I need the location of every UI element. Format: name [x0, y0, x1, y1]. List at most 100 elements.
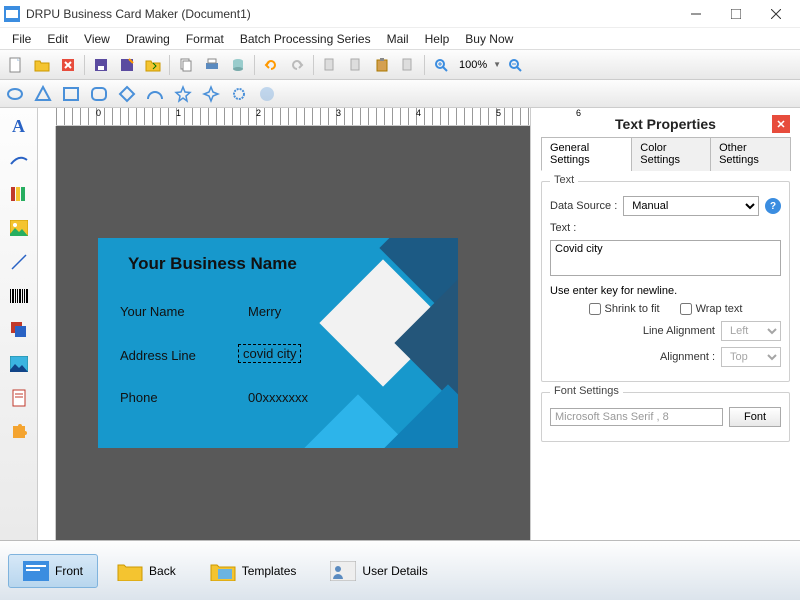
align-select: Top — [721, 347, 781, 367]
maximize-button[interactable] — [716, 2, 756, 26]
tab-front[interactable]: Front — [8, 554, 98, 588]
user-icon — [330, 561, 356, 581]
menu-view[interactable]: View — [78, 30, 116, 48]
linealign-select: Left — [721, 321, 781, 341]
burst-icon[interactable] — [228, 83, 250, 105]
triangle-icon[interactable] — [32, 83, 54, 105]
ellipse-icon[interactable] — [4, 83, 26, 105]
card-name-value[interactable]: Merry — [248, 304, 281, 319]
panel-close-icon[interactable]: ✕ — [772, 115, 790, 133]
menu-bar: File Edit View Drawing Format Batch Proc… — [0, 28, 800, 50]
saveas-icon[interactable] — [115, 53, 139, 77]
text-group: Text Data Source : Manual ? Text : Covid… — [541, 181, 790, 382]
card-phone-value[interactable]: 00xxxxxxx — [248, 390, 308, 405]
newline-hint: Use enter key for newline. — [550, 285, 677, 297]
menu-buynow[interactable]: Buy Now — [459, 30, 519, 48]
help-icon[interactable]: ? — [765, 198, 781, 214]
redo-icon[interactable] — [285, 53, 309, 77]
left-toolbar: A — [0, 108, 38, 540]
datasource-label: Data Source : — [550, 200, 617, 212]
menu-help[interactable]: Help — [419, 30, 456, 48]
new-icon[interactable] — [4, 53, 28, 77]
library-icon[interactable] — [6, 182, 32, 206]
menu-file[interactable]: File — [6, 30, 37, 48]
undo-icon[interactable] — [259, 53, 283, 77]
align-label: Alignment : — [660, 351, 715, 363]
front-icon — [23, 561, 49, 581]
app-icon — [4, 6, 20, 22]
ruler-vertical — [38, 126, 56, 540]
close-button[interactable] — [756, 2, 796, 26]
text-label: Text : — [550, 222, 576, 234]
tab-back[interactable]: Back — [102, 554, 191, 588]
layers-icon[interactable] — [6, 318, 32, 342]
zoom-dropdown-icon[interactable]: ▼ — [493, 60, 501, 69]
print-icon[interactable] — [200, 53, 224, 77]
window-title: DRPU Business Card Maker (Document1) — [26, 7, 676, 21]
panel-tabs: General Settings Color Settings Other Se… — [541, 136, 790, 171]
card-phone-label[interactable]: Phone — [120, 390, 158, 405]
tab-templates[interactable]: Templates — [195, 554, 312, 588]
canvas-wrap: 0123456 Your Business Name Your Name Mer… — [38, 108, 530, 540]
diamond-icon[interactable] — [116, 83, 138, 105]
arc-icon[interactable] — [144, 83, 166, 105]
zoom-value[interactable]: 100% — [455, 59, 491, 71]
card-name-label[interactable]: Your Name — [120, 304, 185, 319]
cut2-icon[interactable] — [344, 53, 368, 77]
save-icon[interactable] — [89, 53, 113, 77]
card-title[interactable]: Your Business Name — [128, 254, 297, 274]
menu-edit[interactable]: Edit — [41, 30, 74, 48]
tab-color[interactable]: Color Settings — [631, 137, 711, 171]
card-address-value-selected[interactable]: covid city — [238, 344, 301, 363]
menu-drawing[interactable]: Drawing — [120, 30, 176, 48]
roundrect-icon[interactable] — [88, 83, 110, 105]
export-icon[interactable] — [141, 53, 165, 77]
star4-icon[interactable] — [200, 83, 222, 105]
close-file-icon[interactable] — [56, 53, 80, 77]
zoomout-icon[interactable] — [503, 53, 527, 77]
zoomin-icon[interactable] — [429, 53, 453, 77]
tab-other[interactable]: Other Settings — [710, 137, 791, 171]
main-toolbar: 100% ▼ — [0, 50, 800, 80]
card-address-label[interactable]: Address Line — [120, 348, 196, 363]
shrink-checkbox[interactable]: Shrink to fit — [589, 303, 660, 315]
pen-tool-icon[interactable] — [6, 148, 32, 172]
rectangle-icon[interactable] — [60, 83, 82, 105]
back-icon — [117, 561, 143, 581]
ruler-horizontal: 0123456 — [56, 108, 530, 126]
wrap-checkbox[interactable]: Wrap text — [680, 303, 743, 315]
font-display — [550, 408, 723, 426]
barcode-icon[interactable] — [6, 284, 32, 308]
menu-mail[interactable]: Mail — [381, 30, 415, 48]
star-icon[interactable] — [172, 83, 194, 105]
paste-icon[interactable] — [370, 53, 394, 77]
menu-format[interactable]: Format — [180, 30, 230, 48]
panel-title: Text Properties — [615, 116, 716, 132]
picture-icon[interactable] — [6, 352, 32, 376]
tab-userdetails[interactable]: User Details — [315, 554, 442, 588]
database-icon[interactable] — [226, 53, 250, 77]
business-card[interactable]: Your Business Name Your Name Merry Addre… — [98, 238, 458, 448]
line-tool-icon[interactable] — [6, 250, 32, 274]
datasource-select[interactable]: Manual — [623, 196, 759, 216]
templates-icon — [210, 561, 236, 581]
shape-toolbar — [0, 80, 800, 108]
minimize-button[interactable] — [676, 2, 716, 26]
delete-icon[interactable] — [396, 53, 420, 77]
linealign-label: Line Alignment — [643, 325, 715, 337]
image-tool-icon[interactable] — [6, 216, 32, 240]
puzzle-icon[interactable] — [6, 420, 32, 444]
font-button[interactable]: Font — [729, 407, 781, 427]
tab-general[interactable]: General Settings — [541, 137, 632, 171]
open-icon[interactable] — [30, 53, 54, 77]
text-tool-icon[interactable]: A — [6, 114, 32, 138]
cut-icon[interactable] — [318, 53, 342, 77]
canvas[interactable]: Your Business Name Your Name Merry Addre… — [56, 126, 530, 540]
main-area: A 0123456 — [0, 108, 800, 540]
text-input[interactable]: Covid city — [550, 240, 781, 276]
document-icon[interactable] — [6, 386, 32, 410]
copy-icon[interactable] — [174, 53, 198, 77]
bottom-bar: Front Back Templates User Details — [0, 540, 800, 600]
badge-icon[interactable] — [256, 83, 278, 105]
menu-batch[interactable]: Batch Processing Series — [234, 30, 377, 48]
